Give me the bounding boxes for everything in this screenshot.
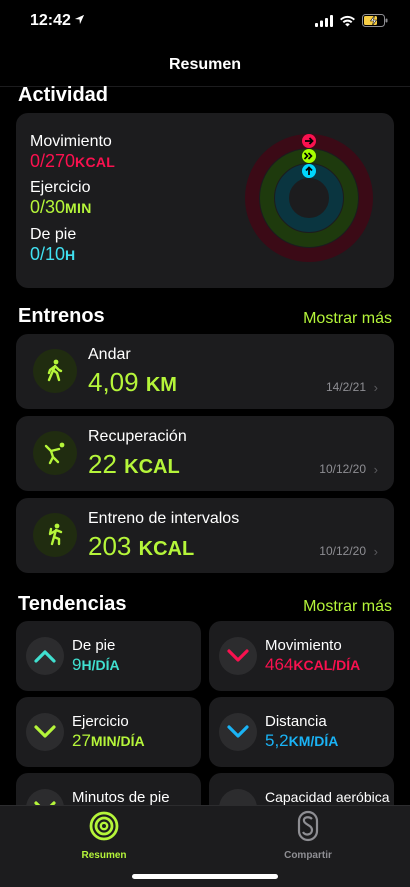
tab-summary-label: Resumen [81,850,127,861]
sharing-icon [297,810,319,842]
trend-value: 27MIN/DÍA [72,731,145,750]
trend-name: Ejercicio [72,713,129,730]
trend-card-distance[interactable]: Distancia 5,2KM/DÍA [209,697,394,767]
move-value: 0/270KCAL [30,151,116,171]
walking-icon [33,349,77,393]
move-ring-arrow-icon [302,134,316,148]
tab-summary[interactable]: Resumen [44,806,164,861]
trend-value: 9H/DÍA [72,655,120,674]
workouts-section-title: Entrenos [18,305,105,327]
trend-card-exercise[interactable]: Ejercicio 27MIN/DÍA [16,697,201,767]
page-title: Resumen [168,56,242,73]
trend-down-icon [219,637,257,675]
status-icons [315,14,388,27]
workout-date: 10/12/20 [319,544,366,558]
cellular-signal-icon [315,14,333,27]
activity-card[interactable]: Movimiento 0/270KCAL Ejercicio 0/30MIN D… [16,113,394,288]
exercise-ring-arrow-icon [302,149,316,163]
exercise-value: 0/30MIN [30,197,92,217]
trend-up-icon [26,637,64,675]
workout-date: 10/12/20 [319,462,366,476]
status-time: 12:42 [30,12,71,29]
chevron-right-icon: › [373,462,378,477]
stand-ring-arrow-icon [302,164,316,178]
workout-date: 14/2/21 [325,380,366,394]
workout-name: Recuperación [88,428,187,445]
activity-rings [245,134,373,262]
trend-value: 5,2KM/DÍA [265,731,339,750]
trends-show-more-link[interactable]: Mostrar más [303,598,392,616]
stand-label: De pie [30,226,77,243]
status-bar: 12:42 [0,0,410,44]
cooldown-icon [33,431,77,475]
tab-bar: Resumen Compartir [0,805,410,887]
workout-card-walking[interactable]: Andar 4,09 KM 14/2/21 › [16,334,394,409]
trends-section-title: Tendencias [18,593,127,615]
trend-name: Movimiento [265,637,342,654]
trend-card-move[interactable]: Movimiento 464KCAL/DÍA [209,621,394,691]
trend-name: Distancia [265,713,327,730]
workout-value: 4,09 KM [88,367,177,397]
activity-rings-tab-icon [89,811,119,841]
hiit-icon [33,513,77,557]
workouts-show-more-link[interactable]: Mostrar más [303,310,392,328]
tab-sharing[interactable]: Compartir [248,806,368,861]
wifi-icon [340,15,355,26]
home-indicator [132,874,278,879]
workout-name: Entreno de intervalos [88,510,240,527]
chevron-right-icon: › [373,380,378,395]
trend-name: Capacidad aeróbica [265,789,390,805]
move-label: Movimiento [30,133,112,150]
location-arrow-icon [74,14,85,25]
trend-card-stand[interactable]: De pie 9H/DÍA [16,621,201,691]
workout-value: 22 KCAL [88,449,180,479]
activity-section-title: Actividad [18,84,109,106]
chevron-right-icon: › [373,544,378,559]
stand-value: 0/10H [30,244,76,264]
workout-name: Andar [88,346,131,363]
exercise-label: Ejercicio [30,179,91,196]
battery-charging-icon [362,14,388,27]
trend-down-icon [219,713,257,751]
trend-down-icon [26,713,64,751]
trend-name: Minutos de pie [72,789,170,806]
trend-name: De pie [72,637,116,654]
workout-card-intervals[interactable]: Entreno de intervalos 203 KCAL 10/12/20 … [16,498,394,573]
workout-card-cooldown[interactable]: Recuperación 22 KCAL 10/12/20 › [16,416,394,491]
workout-value: 203 KCAL [88,531,195,561]
trend-value: 464KCAL/DÍA [265,655,361,674]
tab-sharing-label: Compartir [284,850,332,861]
